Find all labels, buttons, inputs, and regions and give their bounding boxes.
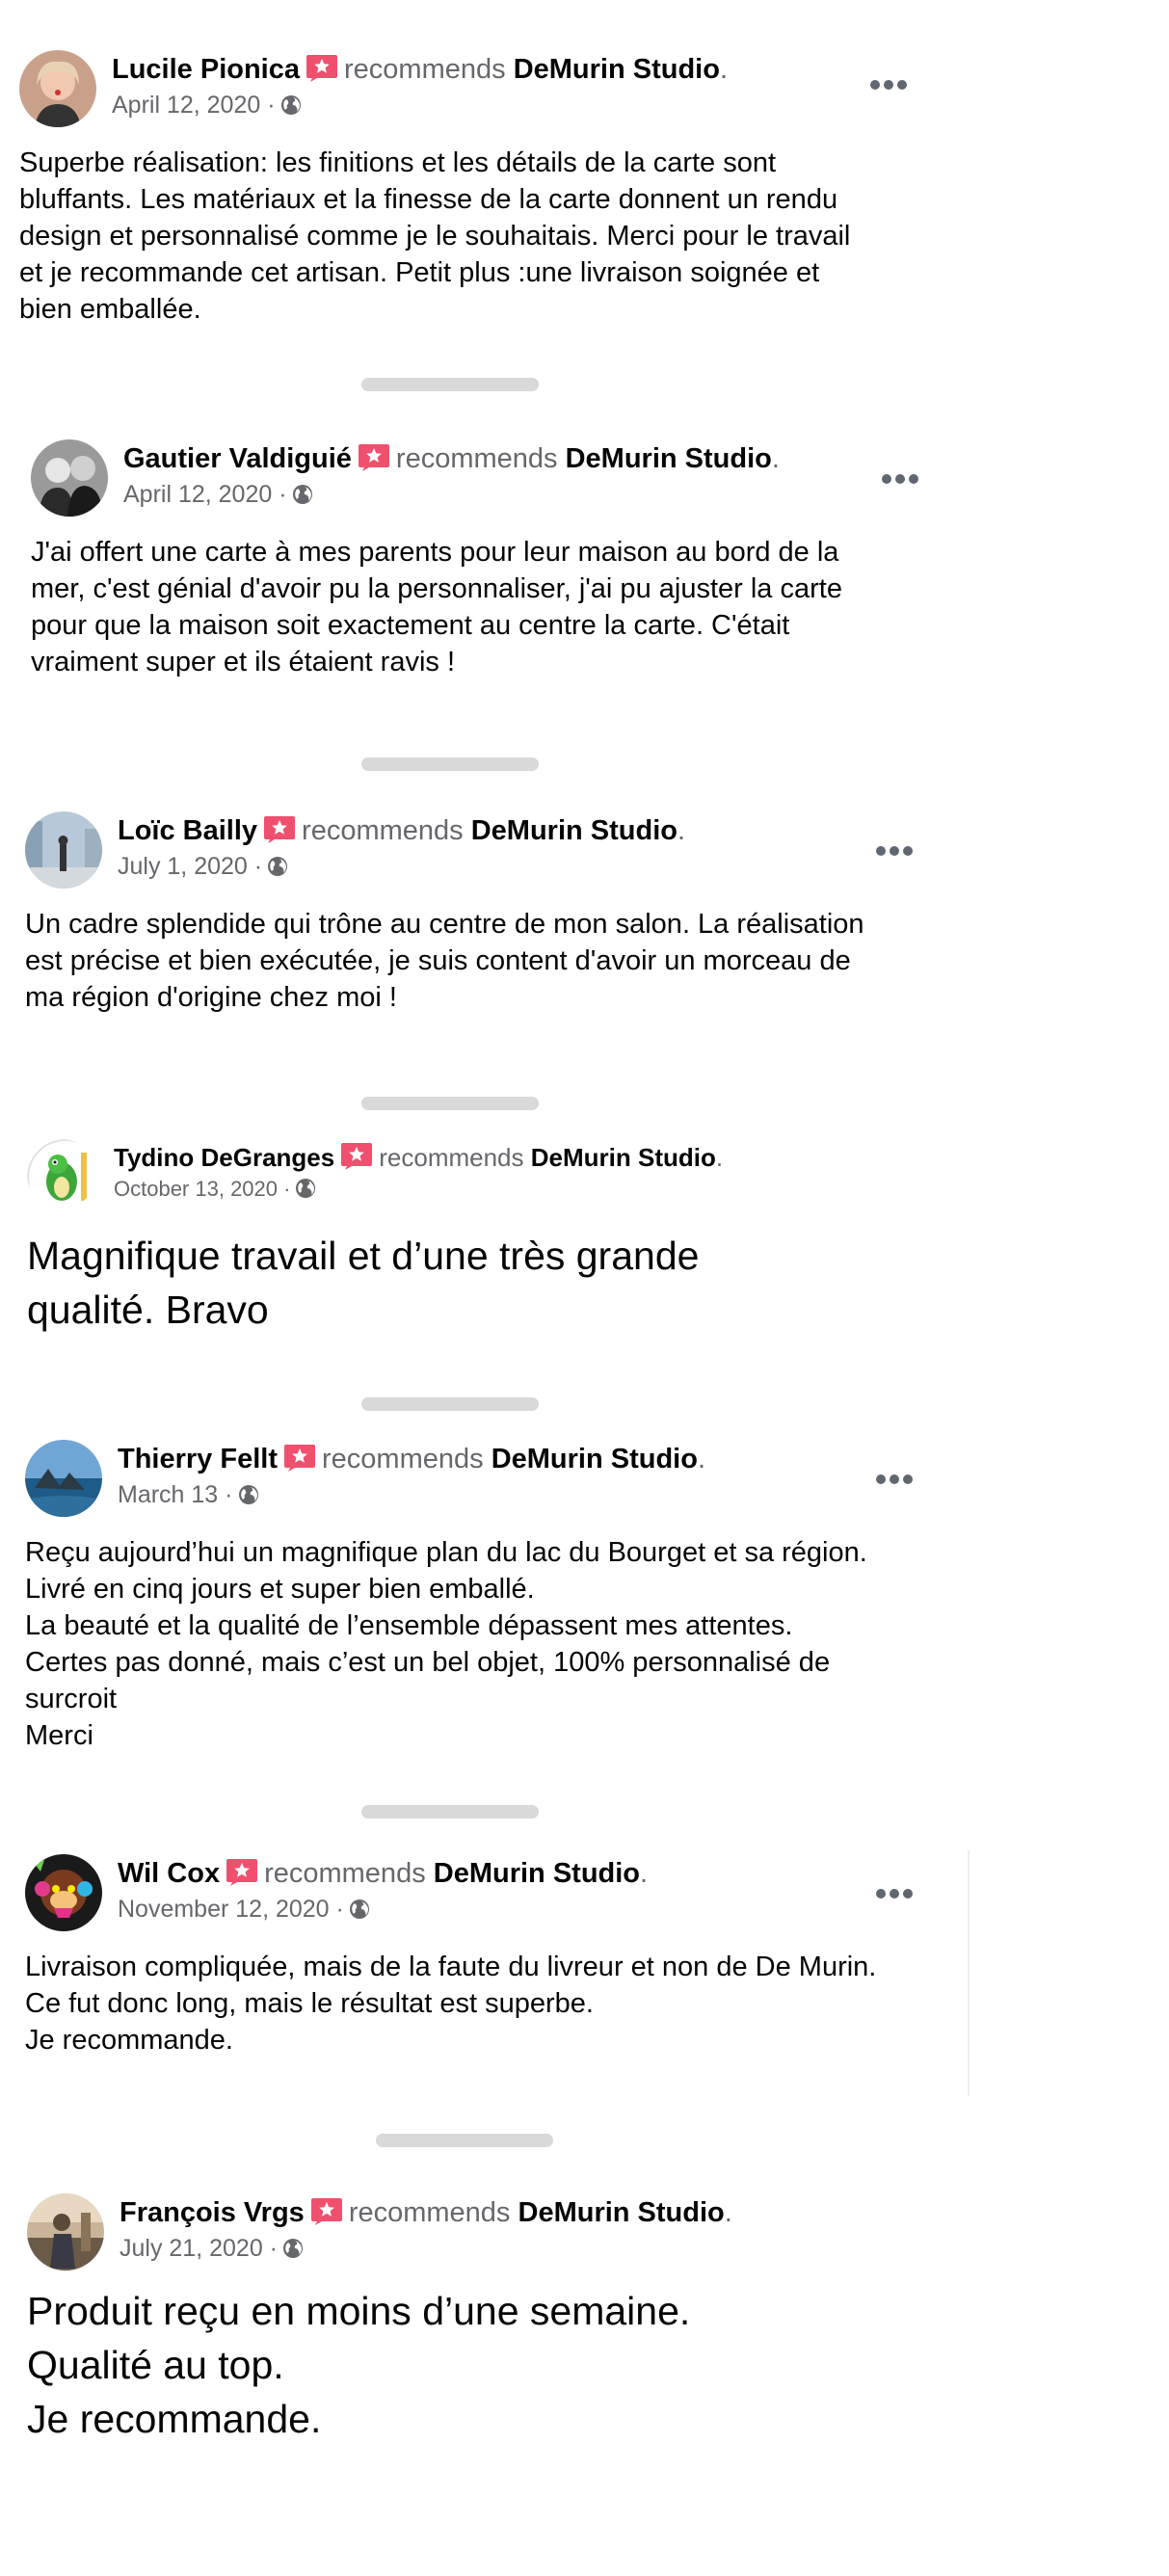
recommend-badge-icon [283,1443,316,1472]
reviewer-name[interactable]: Lucile Pionica [112,54,300,85]
avatar[interactable] [19,50,96,127]
review-text: Reçu aujourd’hui un magnifique plan du l… [25,1537,867,1751]
period-text: . [719,54,729,85]
reviewer-name[interactable]: Loïc Bailly [118,815,257,846]
reviewer-name[interactable]: Wil Cox [118,1858,220,1889]
card-edge-line [968,1850,970,2096]
page-name-link[interactable]: DeMurin Studio [531,1143,716,1172]
recommends-text: recommends [322,1444,484,1474]
globe-icon [279,93,303,116]
review-date[interactable]: April 12, 2020 [112,92,260,119]
more-dots-icon [879,469,921,489]
recommends-text: recommends [264,1858,426,1889]
separator-handle [361,1097,539,1110]
period-text: . [640,1858,649,1889]
person-outdoor-avatar [27,2193,104,2271]
review-date[interactable]: March 13 [118,1481,218,1508]
period-text: . [771,443,780,474]
page-name-link[interactable]: DeMurin Studio [492,1444,698,1474]
more-options-button[interactable] [873,841,916,861]
review-date[interactable]: November 12, 2020 [118,1896,330,1923]
review-date[interactable]: October 13, 2020 [114,1177,278,1201]
review-date[interactable]: April 12, 2020 [123,481,272,508]
colorful-monkey-avatar [25,1854,102,1931]
recommend-badge-icon [310,2196,343,2225]
more-options-button[interactable] [867,75,910,94]
page-name-link[interactable]: DeMurin Studio [566,443,772,474]
separator-handle [376,2134,553,2147]
avatar[interactable] [25,811,102,889]
recommend-badge-icon [340,1141,373,1170]
separator-handle [361,1805,539,1819]
globe-icon [291,482,314,505]
page-name-link[interactable]: DeMurin Studio [514,54,720,85]
page-name-link[interactable]: DeMurin Studio [434,1858,640,1889]
more-options-button[interactable] [873,1884,916,1903]
globe-icon [281,2236,305,2259]
globe-icon [294,1177,317,1200]
more-dots-icon [873,1470,916,1489]
avatar[interactable] [27,1139,96,1208]
period-text: . [677,815,686,846]
recommends-text: recommends [395,443,558,474]
review-text: J'ai offert une carte à mes parents pour… [31,537,842,677]
recommend-badge-icon [306,53,338,82]
recommends-text: recommends [344,54,506,85]
globe-icon [237,1482,260,1505]
page-name-link[interactable]: DeMurin Studio [518,2197,725,2228]
more-options-button[interactable] [873,1470,916,1489]
more-options-button[interactable] [879,469,921,489]
period-text: . [715,1143,724,1172]
green-dinosaur-avatar [27,1139,96,1208]
page-name-link[interactable]: DeMurin Studio [471,815,677,846]
separator-handle [361,378,539,391]
reviewer-name[interactable]: François Vrgs [120,2197,305,2228]
recommends-text: recommends [348,2197,511,2228]
more-dots-icon [867,75,910,94]
review-text: Un cadre splendide qui trône au centre d… [25,909,864,1013]
date-separator: · [269,2235,278,2262]
recommend-badge-icon [358,442,390,471]
date-separator: · [253,853,263,880]
city-square-avatar [25,811,102,889]
avatar[interactable] [25,1440,102,1517]
date-separator: · [335,1896,344,1923]
date-separator: · [225,1481,233,1508]
recommend-badge-icon [263,814,296,843]
recommends-text: recommends [302,815,464,846]
more-dots-icon [873,841,916,861]
globe-icon [348,1897,371,1920]
review-date[interactable]: July 21, 2020 [120,2235,263,2262]
recommends-text: recommends [379,1143,524,1172]
period-text: . [697,1444,706,1474]
review-text: Superbe réalisation: les finitions et le… [19,147,851,325]
avatar[interactable] [25,1854,102,1931]
avatar[interactable] [27,2193,104,2271]
separator-handle [361,1397,539,1411]
avatar[interactable] [31,439,108,517]
reviewer-name[interactable]: Thierry Fellt [118,1444,278,1474]
review-text: Produit reçu en moins d’une semaine. Qua… [27,2289,691,2441]
reviewer-name[interactable]: Tydino DeGranges [114,1143,334,1172]
date-separator: · [283,1177,291,1201]
woman-portrait-avatar [19,50,96,127]
seaside-rocks-avatar [25,1440,102,1517]
separator-handle [361,757,539,771]
recommend-badge-icon [226,1857,258,1886]
review-text: Livraison compliquée, mais de la faute d… [25,1952,877,2056]
period-text: . [724,2197,732,2228]
review-date[interactable]: July 1, 2020 [118,853,248,880]
reviewer-name[interactable]: Gautier Valdiguié [123,443,352,474]
date-separator: · [267,92,276,119]
two-men-bw-avatar [31,439,108,517]
review-text: Magnifique travail et d’une très grande … [27,1234,700,1332]
more-dots-icon [873,1884,916,1903]
date-separator: · [279,481,287,508]
globe-icon [266,854,289,877]
